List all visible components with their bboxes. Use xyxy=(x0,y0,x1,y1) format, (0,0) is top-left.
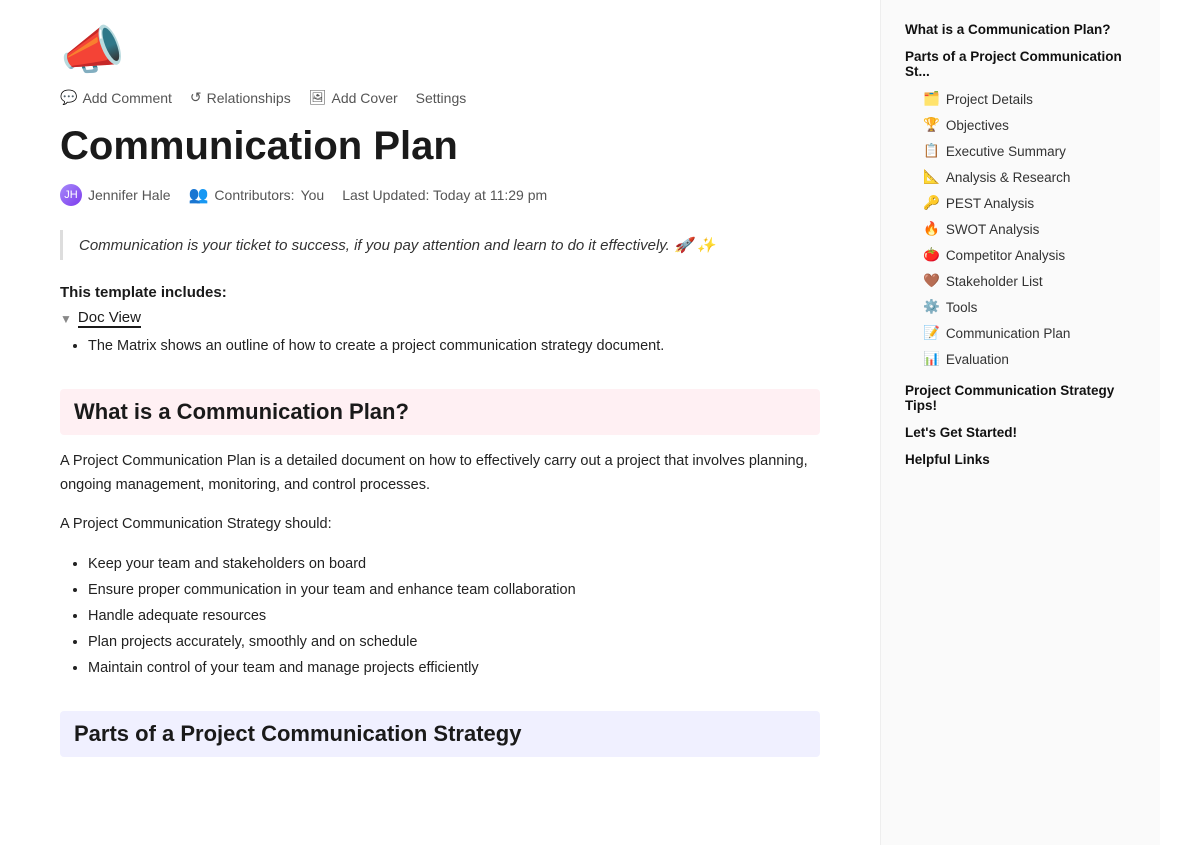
add-cover-button[interactable]: 🖼 Add Cover xyxy=(309,89,398,106)
toolbar: 💬 Add Comment ↺ Relationships 🖼 Add Cove… xyxy=(60,89,820,106)
strategy-bullet-1: Keep your team and stakeholders on board xyxy=(88,551,820,577)
main-content: 📣 💬 Add Comment ↺ Relationships 🖼 Add Co… xyxy=(0,0,880,845)
relationships-icon: ↺ xyxy=(190,89,202,106)
evaluation-icon: 📊 xyxy=(923,351,940,367)
author-name: Jennifer Hale xyxy=(88,187,171,203)
objectives-icon: 🏆 xyxy=(923,117,940,133)
section-parts-of: Parts of a Project Communication Strateg… xyxy=(60,711,820,757)
sidebar-item-pest-analysis[interactable]: 🔑 PEST Analysis xyxy=(915,191,1144,215)
image-icon: 🖼 xyxy=(309,89,327,106)
swot-icon: 🔥 xyxy=(923,221,940,237)
sidebar-item-helpful-links[interactable]: Helpful Links xyxy=(897,448,1144,471)
strategy-bullet-5: Maintain control of your team and manage… xyxy=(88,655,820,681)
comment-icon: 💬 xyxy=(60,89,77,106)
sidebar-item-swot-analysis[interactable]: 🔥 SWOT Analysis xyxy=(915,217,1144,241)
sidebar-item-communication-plan[interactable]: 📝 Communication Plan xyxy=(915,321,1144,345)
sidebar-item-what-is[interactable]: What is a Communication Plan? xyxy=(897,18,1144,41)
doc-view-toggle[interactable]: ▼ Doc View xyxy=(60,309,820,328)
sidebar-item-get-started[interactable]: Let's Get Started! xyxy=(897,421,1144,444)
strategy-should-label: A Project Communication Strategy should: xyxy=(60,512,820,537)
last-updated: Last Updated: Today at 11:29 pm xyxy=(342,187,547,203)
strategy-list: Keep your team and stakeholders on board… xyxy=(60,551,820,681)
sidebar-item-evaluation[interactable]: 📊 Evaluation xyxy=(915,347,1144,371)
section-what-is: What is a Communication Plan? A Project … xyxy=(60,389,820,681)
sidebar: What is a Communication Plan? Parts of a… xyxy=(880,0,1160,845)
sidebar-item-parts-of[interactable]: Parts of a Project Communication St... xyxy=(897,45,1144,83)
author-info: JH Jennifer Hale xyxy=(60,184,171,206)
section-heading-what-is: What is a Communication Plan? xyxy=(60,389,820,435)
communication-plan-icon: 📝 xyxy=(923,325,940,341)
sidebar-item-objectives[interactable]: 🏆 Objectives xyxy=(915,113,1144,137)
section-body-what-is: A Project Communication Plan is a detail… xyxy=(60,449,820,498)
sidebar-item-tools[interactable]: ⚙️ Tools xyxy=(915,295,1144,319)
sidebar-item-project-details[interactable]: 🗂️ Project Details xyxy=(915,87,1144,111)
doc-view-label: Doc View xyxy=(78,309,141,328)
toggle-arrow-icon: ▼ xyxy=(60,312,72,326)
avatar: JH xyxy=(60,184,82,206)
template-includes-label: This template includes: xyxy=(60,284,820,301)
sidebar-item-analysis-research[interactable]: 📐 Analysis & Research xyxy=(915,165,1144,189)
blockquote: Communication is your ticket to success,… xyxy=(60,230,820,260)
executive-summary-icon: 📋 xyxy=(923,143,940,159)
contributors-info: 👥 Contributors: You xyxy=(189,185,325,205)
settings-button[interactable]: Settings xyxy=(416,90,467,106)
tools-icon: ⚙️ xyxy=(923,299,940,315)
meta-row: JH Jennifer Hale 👥 Contributors: You Las… xyxy=(60,184,820,206)
sidebar-item-executive-summary[interactable]: 📋 Executive Summary xyxy=(915,139,1144,163)
strategy-bullet-3: Handle adequate resources xyxy=(88,603,820,629)
template-bullet-list: The Matrix shows an outline of how to cr… xyxy=(88,334,820,359)
strategy-bullet-2: Ensure proper communication in your team… xyxy=(88,577,820,603)
stakeholder-icon: 🤎 xyxy=(923,273,940,289)
sidebar-item-competitor-analysis[interactable]: 🍅 Competitor Analysis xyxy=(915,243,1144,267)
pest-icon: 🔑 xyxy=(923,195,940,211)
relationships-button[interactable]: ↺ Relationships xyxy=(190,89,291,106)
sidebar-bottom-section: Project Communication Strategy Tips! Let… xyxy=(897,379,1144,471)
section-heading-parts-of: Parts of a Project Communication Strateg… xyxy=(60,711,820,757)
add-comment-button[interactable]: 💬 Add Comment xyxy=(60,89,172,106)
sidebar-sub-items: 🗂️ Project Details 🏆 Objectives 📋 Execut… xyxy=(897,87,1144,371)
sidebar-item-stakeholder-list[interactable]: 🤎 Stakeholder List xyxy=(915,269,1144,293)
project-details-icon: 🗂️ xyxy=(923,91,940,107)
template-section: This template includes: ▼ Doc View The M… xyxy=(60,284,820,359)
contributors-label: Contributors: xyxy=(214,187,294,203)
page-icon: 📣 xyxy=(60,20,820,81)
strategy-bullet-4: Plan projects accurately, smoothly and o… xyxy=(88,629,820,655)
contributors-value: You xyxy=(301,187,325,203)
page-title: Communication Plan xyxy=(60,122,820,170)
template-bullet-item: The Matrix shows an outline of how to cr… xyxy=(88,334,820,359)
competitor-icon: 🍅 xyxy=(923,247,940,263)
contributors-icon: 👥 xyxy=(189,185,209,205)
sidebar-item-strategy-tips[interactable]: Project Communication Strategy Tips! xyxy=(897,379,1144,417)
analysis-research-icon: 📐 xyxy=(923,169,940,185)
